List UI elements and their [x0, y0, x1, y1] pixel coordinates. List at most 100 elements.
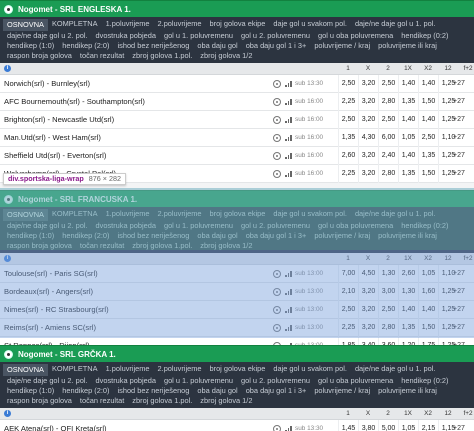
tab-3[interactable]: 2.poluvrijeme	[154, 19, 206, 31]
tab-23[interactable]: zbroj golova 1/2	[196, 51, 256, 61]
odds-cell[interactable]: 2,50	[338, 111, 358, 129]
tab-22[interactable]: zbroj golova 1.pol.	[128, 396, 196, 406]
more-bets-link[interactable]: +27	[453, 265, 465, 283]
tab-15[interactable]: ishod bez neriješenog	[114, 386, 194, 396]
bar-chart-icon[interactable]	[285, 307, 292, 313]
tab-2[interactable]: 1.poluvrijeme	[102, 364, 154, 376]
match-name[interactable]: Brighton(srl) - Newcastle Utd(srl)	[4, 111, 114, 129]
tab-6[interactable]: daje/ne daje gol u 1. pol.	[351, 364, 440, 376]
tab-18[interactable]: poluvrijeme / kraj	[310, 231, 374, 241]
match-name[interactable]: AFC Bournemouth(srl) - Southampton(srl)	[4, 93, 145, 111]
odds-cell[interactable]: 3,20	[358, 75, 378, 93]
odds-cell[interactable]: 3,20	[358, 283, 378, 301]
tab-14[interactable]: hendikep (2:0)	[58, 231, 113, 241]
tab-6[interactable]: daje/ne daje gol u 1. pol.	[351, 209, 440, 221]
odds-cell[interactable]: 2,50	[418, 129, 438, 147]
tab-21[interactable]: točan rezultat	[76, 241, 128, 251]
tab-17[interactable]: oba daju gol 1 i 3+	[242, 231, 311, 241]
tab-23[interactable]: zbroj golova 1/2	[196, 241, 256, 251]
tab-16[interactable]: oba daju gol	[193, 41, 241, 51]
odds-cell[interactable]: 1,35	[418, 147, 438, 165]
odds-cell[interactable]: 2,25	[338, 93, 358, 111]
tab-4[interactable]: broj golova ekipe	[206, 364, 270, 376]
odds-cell[interactable]: 3,00	[378, 283, 398, 301]
statistics-icon[interactable]	[273, 306, 281, 314]
match-row[interactable]: AEK Atena(srl) - OFI Kreta(srl) sub 13:30…	[0, 420, 474, 431]
statistics-icon[interactable]	[273, 152, 281, 160]
tab-5[interactable]: daje gol u svakom pol.	[269, 19, 351, 31]
tab-9[interactable]: gol u 1. poluvremenu	[160, 31, 237, 41]
odds-cell[interactable]: 1,40	[418, 75, 438, 93]
tab-23[interactable]: zbroj golova 1/2	[196, 396, 256, 406]
tab-7[interactable]: daje/ne daje gol u 2. pol.	[3, 221, 92, 231]
tab-17[interactable]: oba daju gol 1 i 3+	[242, 386, 311, 396]
more-bets-link[interactable]: +27	[453, 283, 465, 301]
odds-cell[interactable]: 1,30	[398, 283, 418, 301]
odds-cell[interactable]: 2,25	[338, 319, 358, 337]
more-bets-link[interactable]: +27	[453, 420, 465, 431]
statistics-icon[interactable]	[273, 324, 281, 332]
match-name[interactable]: Man.Utd(srl) - West Ham(srl)	[4, 129, 101, 147]
odds-cell[interactable]: 3,20	[358, 319, 378, 337]
league-header[interactable]: Nogomet - SRL FRANCUSKA 1.	[0, 190, 474, 207]
more-bets-link[interactable]: +27	[453, 165, 465, 183]
odds-cell[interactable]: 3,20	[358, 165, 378, 183]
tab-3[interactable]: 2.poluvrijeme	[154, 364, 206, 376]
bar-chart-icon[interactable]	[285, 117, 292, 123]
tab-8[interactable]: dvostruka pobjeda	[92, 221, 160, 231]
match-row[interactable]: Bordeaux(srl) - Angers(srl) sub 13:00 2,10…	[0, 283, 474, 301]
odds-cell[interactable]: 1,35	[338, 129, 358, 147]
odds-cell[interactable]: 2,50	[338, 75, 358, 93]
odds-cell[interactable]: 2,25	[338, 165, 358, 183]
statistics-icon[interactable]	[273, 288, 281, 296]
odds-cell[interactable]: 1,35	[398, 319, 418, 337]
tab-10[interactable]: gol u 2. poluvremenu	[237, 31, 314, 41]
match-row[interactable]: Man.Utd(srl) - West Ham(srl) sub 16:00 1,3…	[0, 129, 474, 147]
tab-6[interactable]: daje/ne daje gol u 1. pol.	[351, 19, 440, 31]
match-name[interactable]: Reims(srl) - Amiens SC(srl)	[4, 319, 96, 337]
bar-chart-icon[interactable]	[285, 81, 292, 87]
tab-0[interactable]: OSNOVNA	[3, 19, 48, 31]
more-bets-link[interactable]: +27	[453, 147, 465, 165]
tab-1[interactable]: KOMPLETNA	[48, 19, 102, 31]
tab-17[interactable]: oba daju gol 1 i 3+	[242, 41, 311, 51]
info-icon[interactable]: i	[4, 410, 11, 417]
tab-16[interactable]: oba daju gol	[193, 386, 241, 396]
tab-2[interactable]: 1.poluvrijeme	[102, 19, 154, 31]
league-header[interactable]: Nogomet - SRL GRČKA 1.	[0, 345, 474, 362]
odds-cell[interactable]: 3,20	[358, 301, 378, 319]
more-bets-link[interactable]: +27	[453, 93, 465, 111]
tab-4[interactable]: broj golova ekipe	[206, 209, 270, 221]
odds-cell[interactable]: 1,35	[398, 93, 418, 111]
match-row[interactable]: Reims(srl) - Amiens SC(srl) sub 13:00 2,25…	[0, 319, 474, 337]
tab-1[interactable]: KOMPLETNA	[48, 209, 102, 221]
match-name[interactable]: Norwich(srl) - Burnley(srl)	[4, 75, 90, 93]
match-name[interactable]: Nimes(srl) - RC Strasbourg(srl)	[4, 301, 109, 319]
odds-cell[interactable]: 4,30	[358, 129, 378, 147]
info-icon[interactable]: i	[4, 255, 11, 262]
tab-5[interactable]: daje gol u svakom pol.	[269, 364, 351, 376]
odds-cell[interactable]: 1,30	[378, 265, 398, 283]
odds-cell[interactable]: 4,50	[358, 265, 378, 283]
tab-4[interactable]: broj golova ekipe	[206, 19, 270, 31]
tab-19[interactable]: poluvrijeme ili kraj	[374, 386, 441, 396]
odds-cell[interactable]: 2,80	[378, 93, 398, 111]
bar-chart-icon[interactable]	[285, 135, 292, 141]
tab-18[interactable]: poluvrijeme / kraj	[310, 41, 374, 51]
tab-9[interactable]: gol u 1. poluvremenu	[160, 376, 237, 386]
bar-chart-icon[interactable]	[285, 153, 292, 159]
match-row[interactable]: Sheffield Utd(srl) - Everton(srl) sub 16:…	[0, 147, 474, 165]
odds-cell[interactable]: 2,10	[338, 283, 358, 301]
odds-cell[interactable]: 3,20	[358, 93, 378, 111]
tab-9[interactable]: gol u 1. poluvremenu	[160, 221, 237, 231]
odds-cell[interactable]: 1,50	[418, 165, 438, 183]
tab-11[interactable]: gol u oba poluvremena	[314, 221, 397, 231]
tab-14[interactable]: hendikep (2:0)	[58, 386, 113, 396]
statistics-icon[interactable]	[273, 98, 281, 106]
tab-10[interactable]: gol u 2. poluvremenu	[237, 221, 314, 231]
tab-2[interactable]: 1.poluvrijeme	[102, 209, 154, 221]
more-bets-link[interactable]: +27	[453, 75, 465, 93]
odds-cell[interactable]: 3,20	[358, 111, 378, 129]
more-bets-link[interactable]: +27	[453, 111, 465, 129]
match-row[interactable]: AFC Bournemouth(srl) - Southampton(srl) s…	[0, 93, 474, 111]
